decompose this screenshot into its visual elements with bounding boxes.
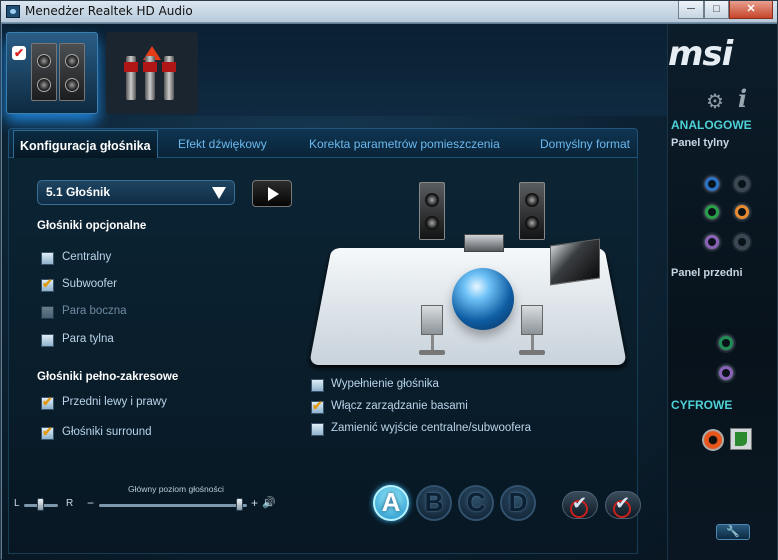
- tab-default-format[interactable]: Domyślny format: [540, 137, 630, 151]
- test-play-button[interactable]: [252, 180, 292, 207]
- speaker-config-value: 5.1 Głośnik: [46, 185, 111, 199]
- tab-sound-effects[interactable]: Efekt dźwiękowy: [178, 137, 267, 151]
- title-bar: Menedżer Realtek HD Audio ─ □ ✕: [1, 1, 777, 23]
- front-headphone-jack[interactable]: [716, 333, 736, 353]
- app-window: Menedżer Realtek HD Audio ─ □ ✕ ✔ Konfig…: [0, 0, 778, 560]
- front-left-right-checkbox[interactable]: [41, 394, 54, 410]
- digital-heading: CYFROWE: [671, 398, 733, 412]
- balance-right-label: R: [66, 498, 74, 509]
- bass-management-label: Włącz zarządzanie basami: [331, 400, 468, 412]
- tab-room-correction[interactable]: Korekta parametrów pomieszczenia: [309, 137, 500, 151]
- profile-b-button[interactable]: B: [416, 485, 452, 521]
- rear-panel-label: Panel tylny: [671, 137, 730, 149]
- analog-heading: ANALOGOWE: [671, 118, 752, 132]
- surround-speakers-label: Głośniki surround: [62, 426, 152, 438]
- rear-front-out-jack[interactable]: [702, 202, 722, 222]
- front-panel-label: Panel przedni: [671, 267, 743, 279]
- main-content: ✔ Konfiguracja głośnika Efekt dźwiękowy …: [2, 24, 777, 560]
- master-volume-knob[interactable]: [235, 498, 243, 511]
- volume-plus-icon: +: [251, 496, 259, 510]
- rear-mic-jack[interactable]: [702, 232, 722, 252]
- rear-unused-jack-2[interactable]: [732, 232, 752, 252]
- surround-speakers-checkbox[interactable]: [41, 424, 54, 440]
- coaxial-spdif-icon[interactable]: [702, 429, 724, 451]
- front-left-speaker[interactable]: [419, 182, 445, 240]
- optical-spdif-icon[interactable]: [730, 428, 752, 450]
- maximize-button[interactable]: □: [704, 1, 729, 19]
- rca-plugs-icon: [124, 46, 178, 100]
- rear-line-in-jack[interactable]: [702, 174, 722, 194]
- subwoofer-speaker[interactable]: [550, 238, 600, 286]
- side-pair-checkbox: [41, 306, 54, 319]
- rear-unused-jack-1[interactable]: [732, 174, 752, 194]
- rear-center-sub-jack[interactable]: [732, 202, 752, 222]
- listener-position-sphere: [452, 268, 514, 330]
- front-right-speaker[interactable]: [519, 182, 545, 240]
- speaker-fill-label: Wypełnienie głośnika: [331, 378, 439, 390]
- speaker-fill-checkbox[interactable]: [311, 379, 324, 392]
- master-volume-label: Główny poziom głośności: [128, 484, 224, 494]
- rear-pair-label: Para tylna: [62, 333, 114, 345]
- center-speaker[interactable]: [464, 234, 504, 252]
- profile-a-button[interactable]: A: [373, 485, 409, 521]
- reset-profile-button[interactable]: [605, 491, 641, 519]
- close-button[interactable]: ✕: [729, 1, 773, 19]
- window-title: Menedżer Realtek HD Audio: [25, 4, 193, 18]
- minimize-button[interactable]: ─: [678, 1, 704, 19]
- info-icon[interactable]: i: [738, 84, 747, 113]
- gear-icon[interactable]: ⚙: [706, 89, 724, 114]
- center-speaker-checkbox[interactable]: [41, 252, 54, 265]
- apply-profile-button[interactable]: [562, 491, 598, 519]
- msi-logo: msi: [668, 34, 733, 74]
- subwoofer-checkbox[interactable]: [41, 276, 54, 292]
- default-device-check-icon: ✔: [12, 46, 26, 60]
- speaker-volume-icon[interactable]: 🔊: [262, 496, 276, 509]
- volume-minus-icon: −: [87, 496, 95, 510]
- right-speaker-icon: [59, 43, 85, 101]
- bass-management-checkbox[interactable]: [311, 398, 324, 414]
- swap-center-sub-label: Zamienić wyjście centralne/subwoofera: [331, 422, 532, 434]
- master-volume-track[interactable]: [99, 504, 247, 507]
- tab-bar: Konfiguracja głośnika Efekt dźwiękowy Ko…: [8, 128, 638, 158]
- wrench-settings-button[interactable]: 🔧: [716, 524, 750, 540]
- optional-speakers-heading: Głośniki opcjonalne: [37, 220, 147, 232]
- connector-sidebar: msi ⚙ i ANALOGOWE Panel tylny Panel prze…: [667, 24, 777, 560]
- swap-center-sub-checkbox[interactable]: [311, 423, 324, 436]
- front-mic-jack[interactable]: [716, 363, 736, 383]
- tab-speaker-configuration[interactable]: Konfiguracja głośnika: [13, 130, 158, 158]
- center-speaker-label: Centralny: [62, 251, 112, 263]
- rear-left-stand: [419, 350, 445, 355]
- realtek-app-icon: [6, 5, 20, 18]
- rear-right-stand: [519, 350, 545, 355]
- digital-output-device-tile[interactable]: [106, 32, 198, 114]
- dropdown-arrow-icon: [212, 187, 226, 199]
- fullrange-speakers-heading: Głośniki pełno-zakresowe: [37, 371, 179, 383]
- subwoofer-label: Subwoofer: [62, 278, 117, 290]
- device-strip: ✔: [2, 24, 668, 116]
- profile-d-button[interactable]: D: [500, 485, 536, 521]
- balance-slider-knob[interactable]: [37, 498, 44, 511]
- left-speaker-icon: [31, 43, 57, 101]
- profile-c-button[interactable]: C: [458, 485, 494, 521]
- side-pair-label: Para boczna: [62, 305, 127, 317]
- speaker-config-dropdown[interactable]: 5.1 Głośnik: [37, 180, 235, 205]
- rear-left-speaker[interactable]: [421, 305, 443, 353]
- balance-left-label: L: [14, 498, 20, 509]
- front-left-right-label: Przedni lewy i prawy: [62, 396, 167, 408]
- rear-right-speaker[interactable]: [521, 305, 543, 353]
- speakers-device-tile[interactable]: ✔: [6, 32, 98, 114]
- rear-pair-checkbox[interactable]: [41, 334, 54, 347]
